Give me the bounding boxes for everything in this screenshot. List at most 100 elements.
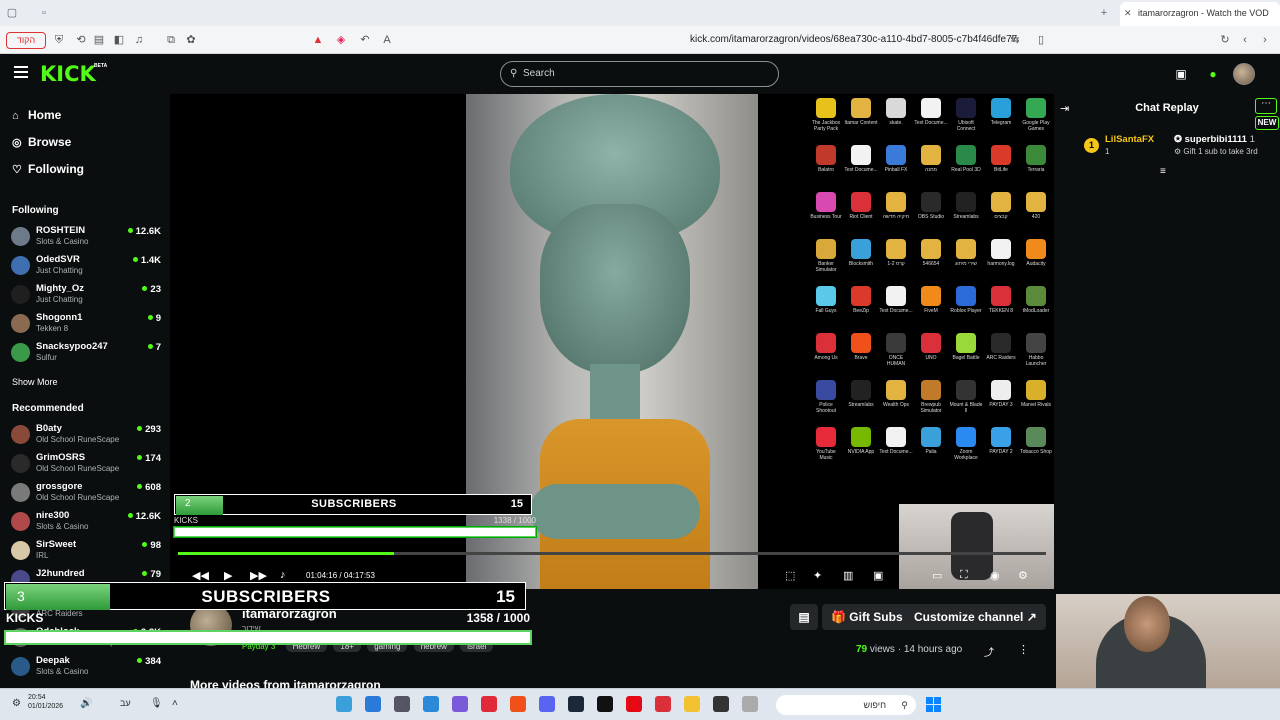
history-icon[interactable]: ⟲ xyxy=(74,33,88,47)
speed-icon[interactable]: ◉ xyxy=(990,569,1000,582)
kicks-value: 1338 / 1000 xyxy=(493,516,536,525)
sidebar-channel[interactable]: nire300 Slots & Casino 12.6K xyxy=(11,509,161,537)
settings-icon[interactable]: ⚙ xyxy=(12,698,21,709)
play-icon[interactable]: ▶ xyxy=(224,569,232,582)
share-icon[interactable]: ↶ xyxy=(358,33,372,47)
translate-icon[interactable]: A xyxy=(380,33,394,47)
taskbar-app-icon[interactable] xyxy=(597,696,613,712)
more-options-icon[interactable]: ⋮ xyxy=(1018,643,1029,656)
sidebar-channel[interactable]: Snacksypoo247 Sulfur 7 xyxy=(11,340,161,368)
sparkle-icon[interactable]: ✦ xyxy=(813,569,822,582)
taskbar-app-icon[interactable] xyxy=(539,696,555,712)
gift-box-icon[interactable]: ▣ xyxy=(1173,66,1189,82)
reload-icon[interactable]: ↻ xyxy=(1218,33,1232,47)
sidebar-channel[interactable]: GrimOSRS Old School RuneScape 174 xyxy=(11,451,161,479)
views-label: views xyxy=(867,644,895,655)
app-label: Itamar Content xyxy=(844,120,878,126)
kick-coin-icon[interactable]: ● xyxy=(1205,66,1221,82)
warning-icon[interactable]: ▲ xyxy=(311,33,325,47)
rewind-icon[interactable]: ◀◀ xyxy=(192,569,209,582)
volume-icon[interactable]: ♪ xyxy=(280,569,286,581)
hamburger-menu-icon[interactable] xyxy=(14,66,28,78)
taskbar-app-icon[interactable] xyxy=(626,696,642,712)
forward-icon[interactable]: › xyxy=(1258,33,1272,47)
sidebar-channel[interactable]: Mighty_Oz Just Chatting 23 xyxy=(11,282,161,310)
sidebar-channel[interactable]: ROSHTEIN Slots & Casino 12.6K xyxy=(11,224,161,252)
taskbar-app-icon[interactable] xyxy=(510,696,526,712)
customize-channel-button[interactable]: Customize channel ↗ xyxy=(905,604,1046,630)
video-progress-bar[interactable] xyxy=(178,552,1046,555)
pip-icon[interactable]: ▣ xyxy=(873,569,883,582)
nav-home[interactable]: ⌂ Home xyxy=(12,108,61,122)
desktop-app-icon: tModLoader xyxy=(1019,286,1053,314)
window-menu-icon[interactable]: ▢ xyxy=(6,7,18,19)
sidebar-channel[interactable]: Deepak Slots & Casino 384 xyxy=(11,654,161,682)
taskbar-app-icon[interactable] xyxy=(713,696,729,712)
expand-chevron-icon[interactable]: ≡ xyxy=(1160,166,1166,177)
stats-icon[interactable]: ▥ xyxy=(843,569,853,582)
url-field[interactable]: kick.com/itamarorzagron/videos/68ea730c-… xyxy=(690,34,1017,45)
settings-gear-icon[interactable]: ⚙ xyxy=(1018,569,1028,582)
brave-shield-icon[interactable]: ◈ xyxy=(334,33,348,47)
tab-grid-icon[interactable]: ▫ xyxy=(38,7,50,19)
volume-tray-icon[interactable]: 🔊 xyxy=(80,698,92,709)
sidebar-toggle-button[interactable]: הקוד xyxy=(6,32,46,49)
back-icon[interactable]: ‹ xyxy=(1238,33,1252,47)
video-player[interactable]: The Jackbox Party Pack Itamar Content skat… xyxy=(170,94,1054,589)
channel-avatar xyxy=(11,256,30,275)
gift-username[interactable]: LilSantaFX xyxy=(1105,134,1154,145)
screenshot-icon[interactable]: ⧉ xyxy=(164,33,178,47)
sidebar-channel[interactable]: grossgore Old School RuneScape 608 xyxy=(11,480,161,508)
tray-overflow-icon[interactable]: ˄ xyxy=(172,698,178,709)
show-more-link[interactable]: Show More xyxy=(12,377,58,387)
taskbar-app-icon[interactable] xyxy=(481,696,497,712)
taskbar-app-icon[interactable] xyxy=(365,696,381,712)
shield-icon[interactable]: ⛨ xyxy=(52,33,66,47)
split-screen-icon[interactable]: ◧ xyxy=(112,33,126,47)
language-indicator[interactable]: עב xyxy=(120,698,131,708)
mic-tray-icon[interactable]: 🎙 xyxy=(150,698,163,709)
share-icon[interactable]: ⤴ xyxy=(984,644,994,659)
nav-browse[interactable]: ◎ Browse xyxy=(12,135,71,149)
taskbar-app-icon[interactable] xyxy=(742,696,758,712)
sidebar-channel[interactable]: Shogonn1 Tekken 8 9 xyxy=(11,311,161,339)
taskbar-app-icon[interactable] xyxy=(394,696,410,712)
chat-more-button[interactable]: ⋯ xyxy=(1255,98,1277,114)
close-tab-icon[interactable]: ✕ xyxy=(1124,8,1132,19)
app-label: YouTube Music xyxy=(816,449,836,461)
fullscreen-icon[interactable]: ⛶ xyxy=(960,569,968,582)
desktop-app-icon: 420 xyxy=(1019,192,1053,220)
search-input[interactable]: ⚲ Search xyxy=(500,61,779,87)
gift-subs-button[interactable]: 🎁 Gift Subs xyxy=(822,604,912,630)
user-avatar[interactable] xyxy=(1233,63,1255,85)
theater-mode-icon[interactable]: ▭ xyxy=(932,569,942,582)
kick-logo[interactable]: KICK xyxy=(40,62,96,86)
bookmark-icon[interactable]: ▯ xyxy=(1034,33,1048,47)
tune-icon[interactable]: ⇆ xyxy=(1008,33,1022,47)
taskbar-search[interactable]: חיפוש ⚲ xyxy=(776,695,916,715)
sidebar-channel[interactable]: SirSweet IRL 98 xyxy=(11,538,161,566)
music-icon[interactable]: ♫ xyxy=(132,33,146,47)
taskbar-app-icon[interactable] xyxy=(684,696,700,712)
gift-recipient[interactable]: ✪ superbibi1111 1 xyxy=(1174,134,1255,145)
taskbar-app-icon[interactable] xyxy=(452,696,468,712)
extensions-icon[interactable]: ✿ xyxy=(184,33,198,47)
tab-active[interactable]: ✕ itamarorzagron - Watch the VOD xyxy=(1120,2,1280,26)
collections-icon[interactable]: ▤ xyxy=(92,33,106,47)
sidebar-channel[interactable]: OdedSVR Just Chatting 1.4K xyxy=(11,253,161,281)
windows-start-icon[interactable] xyxy=(926,697,941,712)
clip-icon[interactable]: ⬚ xyxy=(785,569,795,582)
chat-new-badge[interactable]: NEW xyxy=(1255,116,1279,130)
mod-menu-button[interactable]: ▤ xyxy=(790,604,818,630)
app-label: מתנה xyxy=(924,167,937,173)
new-tab-icon[interactable]: + xyxy=(1098,7,1110,19)
taskbar-app-icon[interactable] xyxy=(655,696,671,712)
clock[interactable]: 20:54 01/01/2026 xyxy=(28,693,63,711)
taskbar-app-icon[interactable] xyxy=(423,696,439,712)
sidebar-channel[interactable]: B0aty Old School RuneScape 293 xyxy=(11,422,161,450)
forward-skip-icon[interactable]: ▶▶ xyxy=(250,569,267,582)
desktop-app-icon: Marvel Rivals xyxy=(1019,380,1053,408)
taskbar-app-icon[interactable] xyxy=(568,696,584,712)
taskbar-app-icon[interactable] xyxy=(336,696,352,712)
nav-following[interactable]: ♡ Following xyxy=(12,162,84,176)
